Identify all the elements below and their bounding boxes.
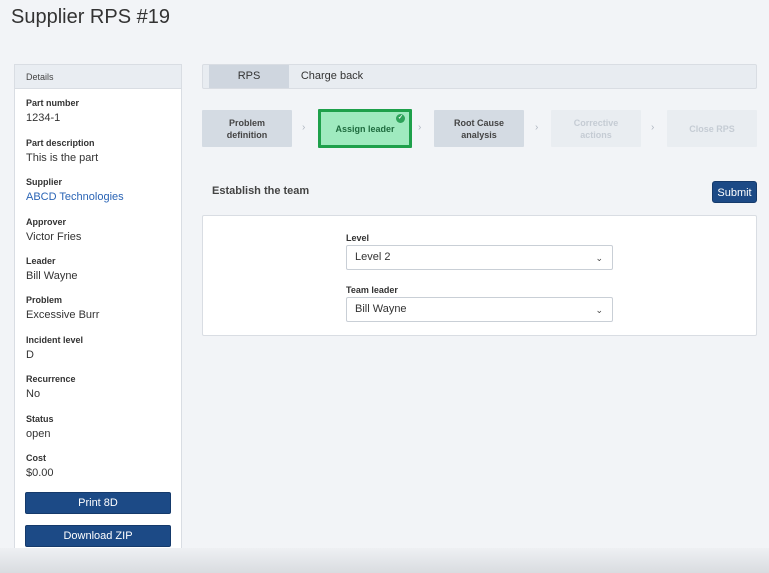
- print-8d-button[interactable]: Print 8D: [25, 492, 171, 514]
- field-part-description: Part description This is the part: [26, 138, 98, 164]
- field-label: Part number: [26, 98, 80, 108]
- field-value: No: [26, 388, 41, 400]
- chevron-right-icon: ›: [651, 122, 655, 133]
- field-value: Bill Wayne: [26, 270, 78, 282]
- step-label: Assign leader: [335, 123, 395, 134]
- step-root-cause-analysis[interactable]: Root Cause analysis: [434, 110, 524, 147]
- field-recurrence: Recurrence No: [26, 374, 76, 400]
- level-label: Level: [346, 233, 370, 243]
- field-problem: Problem Excessive Burr: [26, 295, 99, 321]
- download-zip-button[interactable]: Download ZIP: [25, 525, 171, 547]
- field-value: $0.00: [26, 467, 54, 479]
- team-leader-label: Team leader: [346, 285, 398, 295]
- field-label: Problem: [26, 295, 63, 305]
- chevron-right-icon: ›: [418, 122, 422, 133]
- field-approver: Approver Victor Fries: [26, 217, 81, 243]
- field-label: Cost: [26, 453, 46, 463]
- chevron-down-icon: ⌄: [595, 305, 603, 315]
- step-label: Root Cause: [453, 117, 504, 128]
- submit-button[interactable]: Submit: [712, 181, 757, 203]
- step-label: analysis: [461, 129, 497, 140]
- details-sidebar: Details Part number 1234-1 Part descript…: [14, 64, 182, 552]
- chevron-right-icon: ›: [535, 122, 539, 133]
- sidebar-header: Details: [15, 65, 181, 89]
- step-label: Problem: [228, 117, 265, 128]
- field-value: Excessive Burr: [26, 309, 100, 321]
- step-label: actions: [580, 129, 612, 140]
- check-circle-icon: ✓: [396, 114, 405, 123]
- field-label: Leader: [26, 256, 56, 266]
- step-close-rps: Close RPS: [667, 110, 757, 147]
- step-corrective-actions: Corrective actions: [551, 110, 641, 147]
- field-label: Incident level: [26, 335, 84, 345]
- step-label: definition: [226, 129, 268, 140]
- tab-rps[interactable]: RPS: [209, 65, 289, 88]
- step-label: Close RPS: [689, 123, 735, 134]
- chevron-down-icon: ⌄: [595, 253, 603, 263]
- supplier-link[interactable]: ABCD Technologies: [26, 191, 124, 203]
- step-problem-definition[interactable]: Problem definition: [202, 110, 292, 147]
- field-label: Part description: [26, 138, 95, 148]
- field-label: Supplier: [26, 177, 63, 187]
- level-select-value: Level 2: [355, 251, 391, 263]
- field-value: D: [26, 349, 34, 361]
- page-title: Supplier RPS #19: [11, 6, 170, 28]
- field-part-number: Part number 1234-1: [26, 98, 79, 124]
- field-value: 1234-1: [26, 112, 61, 124]
- step-label: Corrective: [573, 117, 619, 128]
- field-label: Recurrence: [26, 374, 76, 384]
- level-select[interactable]: Level 2 ⌄: [346, 245, 613, 270]
- tab-charge-back[interactable]: Charge back: [289, 65, 375, 88]
- section-title: Establish the team: [212, 185, 310, 197]
- team-leader-select-value: Bill Wayne: [355, 303, 407, 315]
- field-supplier: Supplier ABCD Technologies: [26, 177, 124, 203]
- step-assign-leader[interactable]: Assign leader ✓: [318, 109, 412, 148]
- field-label: Status: [26, 414, 54, 424]
- tab-bar: RPS Charge back: [202, 64, 757, 89]
- team-leader-select[interactable]: Bill Wayne ⌄: [346, 297, 613, 322]
- field-value: This is the part: [26, 152, 99, 164]
- field-status: Status open: [26, 414, 54, 440]
- field-incident-level: Incident level D: [26, 335, 83, 361]
- chevron-right-icon: ›: [302, 122, 306, 133]
- bottom-edge: [0, 548, 769, 573]
- field-cost: Cost $0.00: [26, 453, 54, 479]
- field-value: Victor Fries: [26, 231, 82, 243]
- field-value: open: [26, 428, 51, 440]
- field-leader: Leader Bill Wayne: [26, 256, 78, 282]
- field-label: Approver: [26, 217, 67, 227]
